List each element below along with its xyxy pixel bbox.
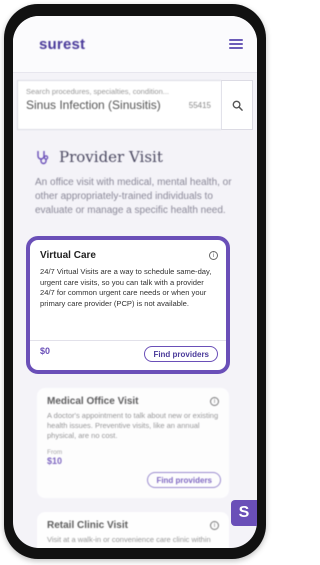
chat-button[interactable]: S	[231, 500, 257, 526]
from-label: From	[47, 449, 63, 456]
medical-office-visit-card[interactable]: Medical Office Visit i A doctor's appoin…	[37, 388, 229, 498]
app-screen: surest Search procedures, specialties, c…	[13, 16, 257, 548]
card-title: Virtual Care	[40, 250, 96, 261]
card-title: Retail Clinic Visit	[47, 520, 128, 531]
phone-frame: surest Search procedures, specialties, c…	[4, 4, 266, 559]
retail-clinic-visit-card[interactable]: Retail Clinic Visit i Visit at a walk-in…	[37, 512, 229, 548]
app-header: surest	[13, 16, 257, 73]
section-intro: An office visit with medical, mental hea…	[35, 177, 232, 216]
search-value: Sinus Infection (Sinusitis)	[26, 98, 161, 112]
find-providers-button[interactable]: Find providers	[144, 346, 218, 362]
section-title: Provider Visit	[59, 148, 163, 166]
search-button[interactable]	[221, 80, 253, 130]
card-divider	[30, 340, 226, 341]
card-title: Medical Office Visit	[47, 396, 139, 407]
card-description: 24/7 Virtual Visits are a way to schedul…	[40, 267, 212, 308]
card-price: $10	[47, 456, 63, 466]
find-providers-button[interactable]: Find providers	[147, 472, 221, 488]
card-description: A doctor's appointment to talk about new…	[47, 411, 219, 440]
search-input[interactable]: Search procedures, specialties, conditio…	[17, 80, 221, 130]
zip-code[interactable]: 55415	[189, 101, 211, 110]
search-bar: Search procedures, specialties, conditio…	[13, 80, 257, 130]
provider-visit-section: Provider Visit An office visit with medi…	[13, 142, 257, 218]
hamburger-icon[interactable]	[229, 39, 243, 49]
virtual-care-card[interactable]: Virtual Care i 24/7 Virtual Visits are a…	[26, 236, 230, 374]
stethoscope-icon	[37, 151, 49, 165]
info-icon[interactable]: i	[210, 397, 219, 406]
card-description: Visit at a walk-in or convenience care c…	[47, 535, 211, 544]
search-placeholder: Search procedures, specialties, conditio…	[26, 87, 169, 96]
surest-logo[interactable]: surest	[39, 36, 85, 53]
card-price: $0	[40, 346, 51, 356]
search-icon	[232, 100, 243, 111]
info-icon[interactable]: i	[209, 251, 218, 260]
section-header: Provider Visit	[13, 142, 257, 172]
info-icon[interactable]: i	[210, 521, 219, 530]
